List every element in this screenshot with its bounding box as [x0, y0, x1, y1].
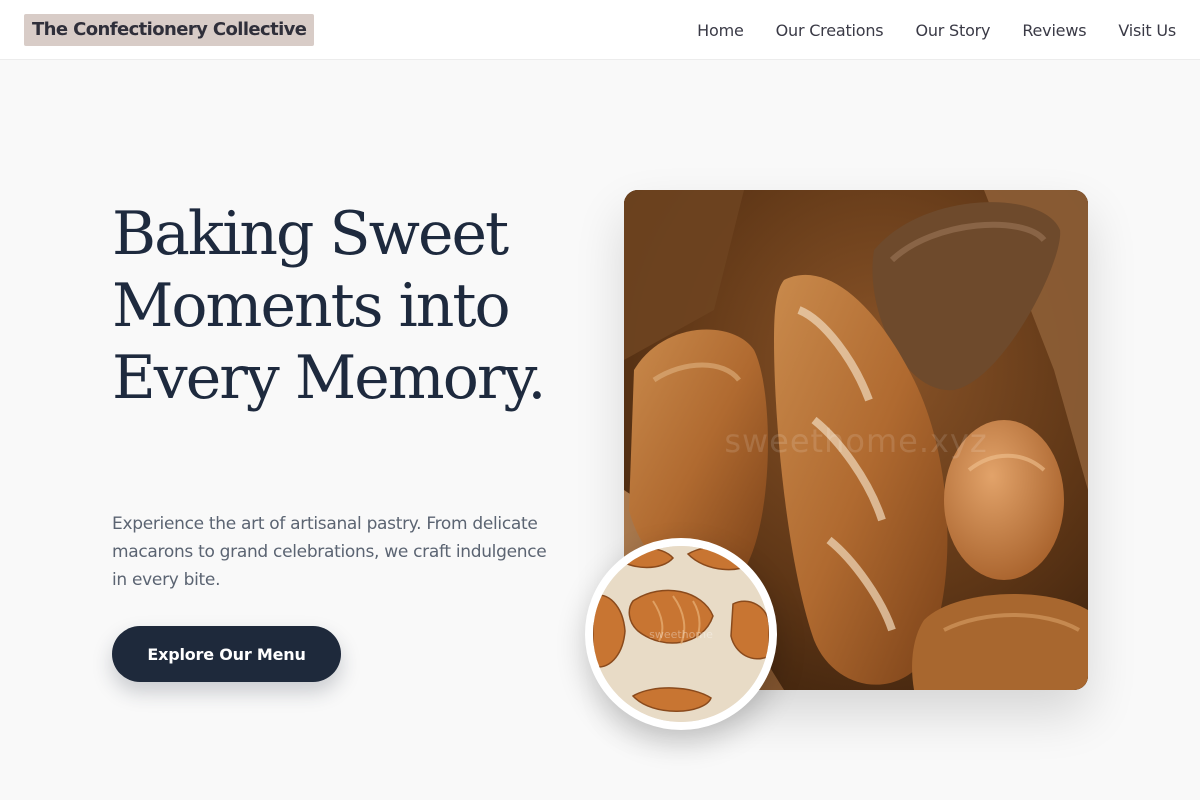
main-nav: Home Our Creations Our Story Reviews Vis…	[697, 0, 1176, 60]
croissant-inset-image: sweethome	[585, 538, 777, 730]
site-logo[interactable]: The Confectionery Collective	[24, 14, 315, 46]
nav-link-our-story[interactable]: Our Story	[915, 21, 990, 40]
site-header: The Confectionery Collective Home Our Cr…	[0, 0, 1200, 60]
nav-link-home[interactable]: Home	[697, 21, 744, 40]
nav-link-reviews[interactable]: Reviews	[1022, 21, 1086, 40]
nav-link-our-creations[interactable]: Our Creations	[776, 21, 884, 40]
image-watermark: sweethome.xyz	[724, 422, 988, 460]
nav-link-visit-us[interactable]: Visit Us	[1118, 21, 1176, 40]
hero-subtitle: Experience the art of artisanal pastry. …	[112, 514, 547, 590]
inset-watermark: sweethome	[649, 628, 713, 641]
hero-headline: Baking Sweet Moments into Every Memory.	[112, 199, 547, 413]
explore-menu-button[interactable]: Explore Our Menu	[112, 626, 341, 682]
